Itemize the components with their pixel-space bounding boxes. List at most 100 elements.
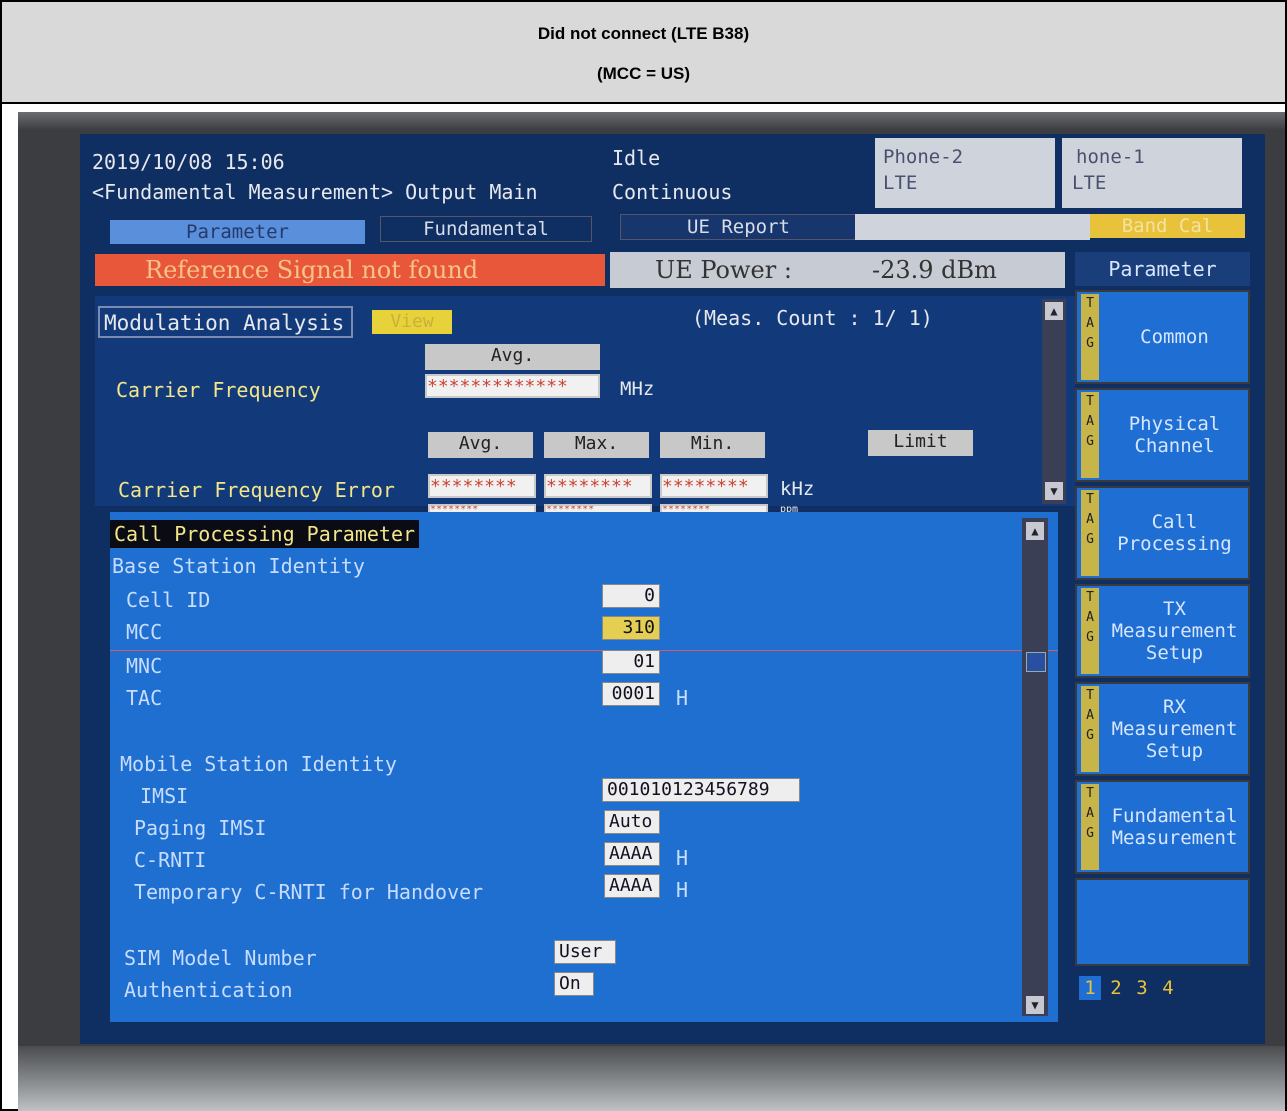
temporary-c-rnti-label: Temporary C-RNTI for Handover	[134, 880, 484, 904]
softkey-blank[interactable]	[1075, 878, 1250, 966]
imsi-field[interactable]: 001010123456789	[602, 778, 800, 802]
limit-button[interactable]: Limit	[868, 430, 973, 456]
page-3-button[interactable]: 3	[1131, 976, 1153, 1000]
mnc-label: MNC	[126, 654, 163, 678]
cfe-max-value: ********	[544, 474, 652, 498]
mcc-field[interactable]: 310	[602, 616, 660, 640]
tac-label: TAC	[126, 686, 163, 710]
modulation-title: Modulation Analysis	[98, 306, 353, 338]
error-avg-header: Avg.	[428, 432, 533, 458]
call-state: Idle	[612, 146, 661, 170]
base-station-identity-title: Base Station Identity	[112, 554, 365, 578]
phone2-tech: LTE	[883, 172, 918, 194]
call-processing-panel: Call Processing Parameter Base Station I…	[110, 512, 1058, 1022]
softkey-panel: Parameter TAG Common TAG Physical Channe…	[1075, 252, 1255, 1032]
meas-count: (Meas. Count : 1/ 1)	[692, 306, 933, 330]
tag-icon: TAG	[1081, 490, 1099, 576]
error-max-header: Max.	[544, 432, 649, 458]
softkey-physical-channel[interactable]: TAG Physical Channel	[1075, 388, 1250, 482]
caption-subtitle: (MCC = US)	[596, 64, 691, 83]
carrier-frequency-label: Carrier Frequency	[116, 378, 321, 402]
authentication-field[interactable]: On	[554, 972, 594, 996]
paging-imsi-field[interactable]: Auto	[604, 810, 660, 834]
sim-model-number-field[interactable]: User	[554, 940, 616, 964]
bezel-top	[18, 112, 1285, 130]
softkey-rx-measurement-setup[interactable]: TAG RX Measurement Setup	[1075, 682, 1250, 776]
softkey-tx-measurement-setup[interactable]: TAG TX Measurement Setup	[1075, 584, 1250, 678]
bezel-bottom	[18, 1046, 1285, 1111]
phone1-tech: LTE	[1072, 172, 1107, 194]
softkey-panel-title: Parameter	[1075, 252, 1250, 286]
caption-header: Did not connect (LTE B38) (MCC = US)	[2, 2, 1285, 104]
tag-icon: TAG	[1081, 784, 1099, 870]
tab-ue-report[interactable]: UE Report	[620, 214, 857, 240]
phone1-status: hone-1 LTE	[1062, 138, 1242, 208]
tag-icon: TAG	[1081, 588, 1099, 674]
softkey-physical-channel-label: Physical Channel	[1128, 413, 1221, 457]
softkey-call-processing[interactable]: TAG Call Processing	[1075, 486, 1250, 580]
tab-spacer	[855, 214, 1090, 240]
carrier-frequency-unit: MHz	[620, 378, 655, 400]
authentication-label: Authentication	[124, 978, 293, 1002]
tag-icon: TAG	[1081, 392, 1099, 478]
scroll-thumb[interactable]	[1026, 652, 1046, 672]
cfe-avg-value: ********	[428, 474, 536, 498]
tab-parameter[interactable]: Parameter	[110, 220, 365, 244]
cell-id-label: Cell ID	[126, 588, 211, 612]
datetime: 2019/10/08 15:06	[92, 150, 285, 174]
phone2-name: Phone-2	[883, 146, 964, 168]
softkey-common[interactable]: TAG Common	[1075, 290, 1250, 384]
scroll-up-icon[interactable]: ▲	[1045, 302, 1063, 320]
screen-name: <Fundamental Measurement> Output Main	[92, 180, 538, 204]
paging-imsi-label: Paging IMSI	[134, 816, 267, 840]
imsi-label: IMSI	[140, 784, 189, 808]
instrument-screen: 2019/10/08 15:06 <Fundamental Measuremen…	[80, 134, 1265, 1044]
tac-unit: H	[676, 686, 689, 710]
ue-power-value: -23.9 dBm	[872, 256, 997, 284]
page-selector: 1 2 3 4	[1079, 976, 1239, 1002]
cfe-unit: kHz	[780, 478, 815, 500]
softkey-call-processing-label: Call Processing	[1117, 511, 1232, 555]
tac-field[interactable]: 0001	[602, 682, 660, 706]
softkey-fundamental-measurement[interactable]: TAG Fundamental Measurement	[1075, 780, 1250, 874]
reference-signal-alert: Reference Signal not found	[95, 254, 605, 286]
mobile-station-identity-title: Mobile Station Identity	[120, 752, 397, 776]
call-processing-scrollbar[interactable]	[1022, 518, 1048, 1016]
modulation-scrollbar[interactable]	[1042, 299, 1066, 504]
scroll-up-icon-2[interactable]: ▲	[1026, 522, 1044, 540]
page-4-button[interactable]: 4	[1157, 976, 1179, 1000]
tag-icon: TAG	[1081, 294, 1099, 380]
scroll-down-icon-2[interactable]: ▼	[1026, 996, 1044, 1014]
error-min-header: Min.	[660, 432, 765, 458]
carrier-frequency-value: *************	[425, 374, 600, 398]
scroll-down-icon[interactable]: ▼	[1045, 482, 1063, 500]
cell-id-field[interactable]: 0	[602, 584, 660, 608]
page-2-button[interactable]: 2	[1105, 976, 1127, 1000]
measurement-mode: Continuous	[612, 180, 733, 204]
ue-power-readout: UE Power : -23.9 dBm	[610, 252, 1065, 288]
temporary-c-rnti-unit: H	[676, 878, 689, 902]
tab-fundamental[interactable]: Fundamental	[380, 216, 592, 242]
ue-power-label: UE Power :	[655, 256, 792, 284]
c-rnti-label: C-RNTI	[134, 848, 207, 872]
carrier-frequency-error-label: Carrier Frequency Error	[118, 478, 395, 502]
softkey-common-label: Common	[1140, 326, 1209, 348]
mcc-label: MCC	[126, 620, 163, 644]
view-button[interactable]: View	[372, 310, 452, 334]
caption-title: Did not connect (LTE B38)	[537, 24, 750, 43]
cursor-line	[110, 650, 1058, 651]
phone1-name: hone-1	[1076, 146, 1145, 168]
c-rnti-field[interactable]: AAAA	[604, 842, 660, 866]
cfe-min-value: ********	[660, 474, 768, 498]
tag-icon: TAG	[1081, 686, 1099, 772]
softkey-rx-measurement-setup-label: RX Measurement Setup	[1111, 696, 1238, 762]
screen-photo: 2019/10/08 15:06 <Fundamental Measuremen…	[18, 112, 1285, 1111]
temporary-c-rnti-field[interactable]: AAAA	[604, 874, 660, 898]
page-1-button[interactable]: 1	[1079, 976, 1101, 1000]
sim-model-number-label: SIM Model Number	[124, 946, 317, 970]
softkey-tx-measurement-setup-label: TX Measurement Setup	[1111, 598, 1238, 664]
call-processing-title: Call Processing Parameter	[110, 520, 420, 548]
tab-band-cal[interactable]: Band Cal	[1090, 214, 1245, 238]
c-rnti-unit: H	[676, 846, 689, 870]
mnc-field[interactable]: 01	[602, 650, 660, 674]
